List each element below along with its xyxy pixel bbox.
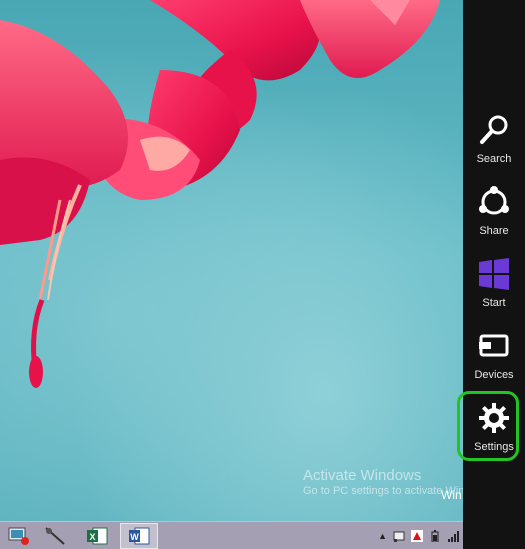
- charm-label: Start: [482, 297, 506, 309]
- magnifier-icon: [480, 115, 508, 144]
- word-icon: W: [129, 527, 150, 545]
- show-hidden-icons-button[interactable]: ▲: [378, 531, 387, 541]
- svg-text:X: X: [89, 532, 95, 542]
- desktop-wallpaper: Activate Windows Go to PC settings to ac…: [0, 0, 463, 521]
- network-icon[interactable]: [447, 530, 459, 542]
- windows-logo-icon: [479, 258, 509, 290]
- charm-label: Search: [476, 153, 512, 165]
- settings-highlight-outline: [457, 391, 519, 461]
- clock-fragment: Win: [441, 488, 462, 502]
- devices-icon: [479, 334, 509, 357]
- taskbar-excel[interactable]: X: [78, 523, 116, 549]
- excel-icon: X: [87, 527, 108, 545]
- charm-share[interactable]: Share: [463, 181, 525, 251]
- pen-icon: [45, 527, 65, 545]
- charm-start[interactable]: Start: [463, 253, 525, 323]
- activation-watermark-subtitle: Go to PC settings to activate Windows.: [303, 485, 463, 497]
- antivirus-icon[interactable]: [411, 530, 423, 542]
- charm-devices[interactable]: Devices: [463, 325, 525, 395]
- action-center-icon[interactable]: [393, 530, 405, 542]
- share-icon: [479, 186, 509, 215]
- monitor-icon: [8, 527, 29, 545]
- charm-label: Share: [479, 225, 509, 237]
- flower-image: [0, 0, 440, 388]
- taskbar-pen-tool[interactable]: [36, 523, 74, 549]
- taskbar-remote-desktop[interactable]: [0, 523, 38, 549]
- charm-search[interactable]: Search: [463, 109, 525, 179]
- svg-text:W: W: [130, 532, 139, 542]
- battery-icon[interactable]: [429, 530, 441, 542]
- activation-watermark-title: Activate Windows: [303, 467, 422, 484]
- taskbar: X W ▲: [0, 521, 463, 549]
- charm-label: Devices: [474, 369, 514, 381]
- system-tray: ▲: [378, 525, 459, 547]
- taskbar-word[interactable]: W: [120, 523, 158, 549]
